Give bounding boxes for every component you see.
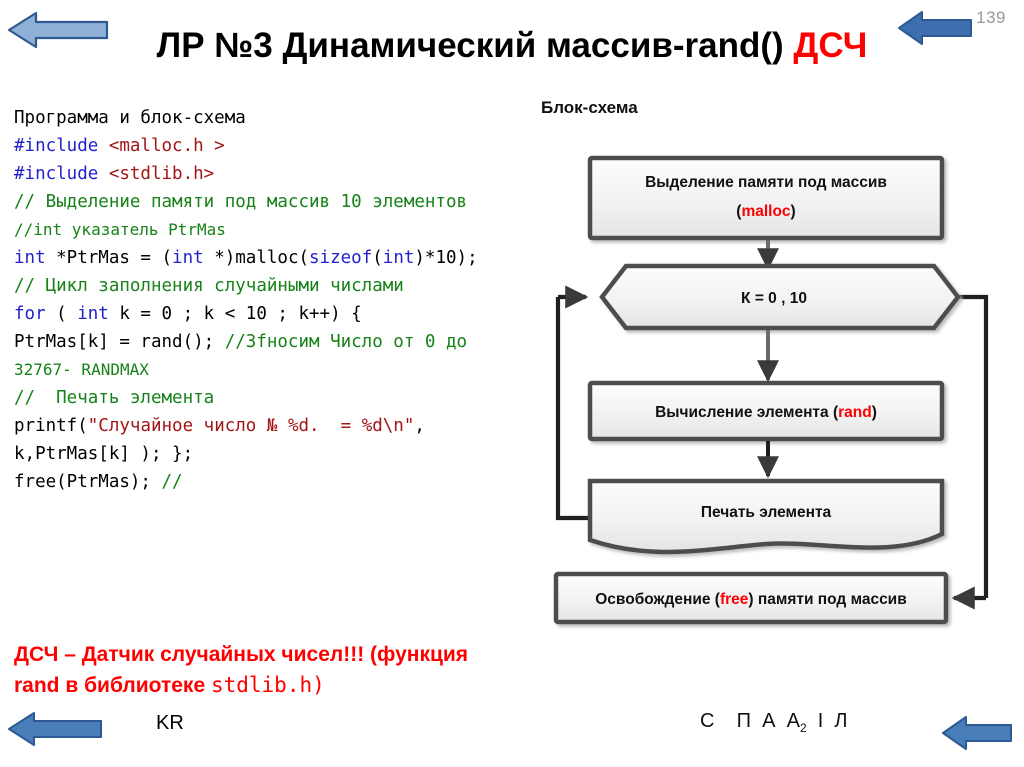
flow-node-calculate-accent: rand bbox=[838, 404, 872, 421]
flow-node-allocate-line2: (malloc) bbox=[736, 203, 795, 220]
code-token-l7-2: int bbox=[77, 304, 109, 324]
code-token-l13-0: free(PtrMas); bbox=[14, 472, 162, 492]
code-token-l11-0: printf( bbox=[14, 416, 88, 436]
author-initials: KR bbox=[156, 712, 184, 734]
code-token-l1-1: <malloc.h > bbox=[108, 136, 225, 156]
dsch-note-line-2-b: ) bbox=[312, 673, 325, 697]
code-token-l7-3: k = 0 ; k < 10 ; k++) { bbox=[108, 304, 362, 324]
code-token-l8-0: PtrMas[k] = rand(); bbox=[14, 332, 225, 352]
next-slide-arrow-bottom[interactable] bbox=[940, 712, 1014, 754]
code-token-l5-2: int bbox=[172, 248, 204, 268]
code-token-l11-1: "Случайное число № %d. = %d\n" bbox=[87, 416, 415, 436]
code-token-l8-1: //Зfносим Число от 0 до bbox=[224, 332, 468, 352]
dsch-note-header-name: stdlib.h bbox=[210, 673, 313, 697]
code-line-l7: for ( int k = 0 ; k < 10 ; k++) { bbox=[14, 300, 584, 328]
code-token-l11-2: , bbox=[414, 416, 425, 436]
dsch-note-line-1: ДСЧ – Датчик случайных чисел!!! (функция bbox=[14, 643, 469, 666]
flow-node-free-label: Освобождение (free) памяти под массив bbox=[595, 591, 907, 608]
code-token-l1-0: #include bbox=[14, 136, 109, 156]
code-listing: #include <malloc.h > #include <stdlib.h> /… bbox=[14, 132, 584, 496]
code-token-l2-0: #include bbox=[14, 164, 109, 184]
code-token-l10-0: // Печать элемента bbox=[14, 388, 215, 408]
dsch-note: ДСЧ – Датчик случайных чисел!!! (функция… bbox=[14, 640, 574, 701]
code-token-l7-0: for bbox=[14, 304, 46, 324]
flow-node-free-text-a: Освобождение ( bbox=[595, 591, 721, 608]
code-token-l4-0: //int указатель PtrMas bbox=[14, 220, 226, 239]
flow-node-calculate-label: Вычисление элемента (rand) bbox=[655, 404, 877, 421]
code-token-l5-0: int bbox=[14, 248, 46, 268]
code-token-l3-0: // Выделение памяти под массив 10 элемен… bbox=[14, 192, 468, 212]
flow-node-print[interactable]: Печать элемента bbox=[587, 478, 945, 555]
page-number: 139 bbox=[976, 8, 1006, 27]
flow-node-allocate-line1: Выделение памяти под массив bbox=[645, 174, 887, 191]
code-token-l5-4: sizeof bbox=[309, 248, 373, 268]
title-main-text: ЛР №3 Динамический массив-rand() bbox=[156, 26, 794, 65]
code-token-l9-0: 32767- RANDMAX bbox=[14, 360, 149, 379]
flow-node-calculate-text-a: Вычисление элемента ( bbox=[655, 404, 839, 421]
previous-slide-arrow-bottom[interactable] bbox=[6, 708, 104, 750]
edge-loop-to-free bbox=[950, 294, 989, 610]
left-arrow-icon bbox=[8, 712, 102, 746]
code-token-l5-1: *PtrMas = ( bbox=[45, 248, 173, 268]
code-line-l3: // Выделение памяти под массив 10 элемен… bbox=[14, 188, 584, 216]
left-arrow-icon bbox=[942, 716, 1012, 750]
code-token-l2-1: <stdlib.h> bbox=[108, 164, 215, 184]
flow-node-loop-label: К = 0 , 10 bbox=[741, 290, 807, 307]
code-token-l13-1: // bbox=[161, 472, 183, 492]
flow-node-allocate-accent: malloc bbox=[741, 203, 790, 220]
code-token-l12-0: k,PtrMas[k] ); }; bbox=[14, 444, 194, 464]
code-token-l6-0: // Цикл заполнения случайными числами bbox=[14, 276, 404, 296]
code-line-l4: //int указатель PtrMas bbox=[14, 216, 584, 244]
code-token-l5-6: int bbox=[382, 248, 415, 268]
page-title: ЛР №3 Динамический массив-rand() ДСЧ bbox=[0, 26, 1024, 66]
flowchart-canvas: Выделение памяти под массив (malloc) К =… bbox=[553, 155, 989, 625]
code-line-l1: #include <malloc.h > bbox=[14, 132, 584, 160]
code-token-l5-7: )*10); bbox=[414, 248, 478, 268]
flow-node-loop[interactable]: К = 0 , 10 bbox=[599, 263, 961, 331]
code-line-l13: free(PtrMas); // bbox=[14, 468, 584, 496]
flow-node-allocate-paren-close: ) bbox=[791, 203, 796, 220]
dsch-note-line-2: rand в библиотеке stdlib.h) bbox=[14, 670, 574, 701]
code-line-l11: printf("Случайное число № %d. = %d\n", bbox=[14, 412, 584, 440]
code-line-l10: // Печать элемента bbox=[14, 384, 584, 412]
footer-letters-post: І Л bbox=[806, 710, 848, 732]
flow-node-calculate-text-b: ) bbox=[872, 404, 877, 421]
flow-node-print-label: Печать элемента bbox=[701, 504, 832, 521]
flowchart-label: Блок-схема bbox=[541, 98, 638, 117]
code-line-l9: 32767- RANDMAX bbox=[14, 356, 584, 384]
code-line-l12: k,PtrMas[k] ); }; bbox=[14, 440, 584, 468]
code-token-l5-5: ( bbox=[372, 248, 383, 268]
flowchart: Выделение памяти под массив (malloc) К =… bbox=[520, 140, 1024, 640]
code-token-l5-3: *)malloc( bbox=[203, 248, 310, 268]
code-token-l7-1: ( bbox=[45, 304, 78, 324]
flow-node-calculate[interactable]: Вычисление элемента (rand) bbox=[587, 380, 945, 442]
flow-node-free[interactable]: Освобождение (free) памяти под массив bbox=[553, 571, 949, 625]
flow-node-free-text-b: ) памяти под массив bbox=[748, 591, 906, 608]
code-line-l5: int *PtrMas = (int *)malloc(sizeof(int)*… bbox=[14, 244, 584, 272]
code-line-l2: #include <stdlib.h> bbox=[14, 160, 584, 188]
slide-canvas: 139 ЛР №3 Динамический массив-rand() ДСЧ… bbox=[0, 0, 1024, 767]
code-line-l8: PtrMas[k] = rand(); //Зfносим Число от 0… bbox=[14, 328, 584, 356]
footer-letters-pre: С П А А bbox=[700, 710, 800, 732]
code-line-l6: // Цикл заполнения случайными числами bbox=[14, 272, 584, 300]
code-panel: Программа и блок-схема #include <malloc.… bbox=[14, 104, 584, 496]
footer-letters-sub: 2 bbox=[799, 721, 807, 735]
flow-node-allocate[interactable]: Выделение памяти под массив (malloc) bbox=[587, 155, 945, 241]
dsch-note-line-2-a: rand в библиотеке bbox=[14, 674, 211, 697]
footer-letters: С П А А2 І Л bbox=[700, 710, 848, 735]
flow-node-allocate-shape bbox=[587, 155, 945, 241]
title-accent-text: ДСЧ bbox=[793, 26, 868, 65]
flow-node-free-accent: free bbox=[720, 591, 749, 608]
code-caption: Программа и блок-схема bbox=[14, 108, 246, 128]
